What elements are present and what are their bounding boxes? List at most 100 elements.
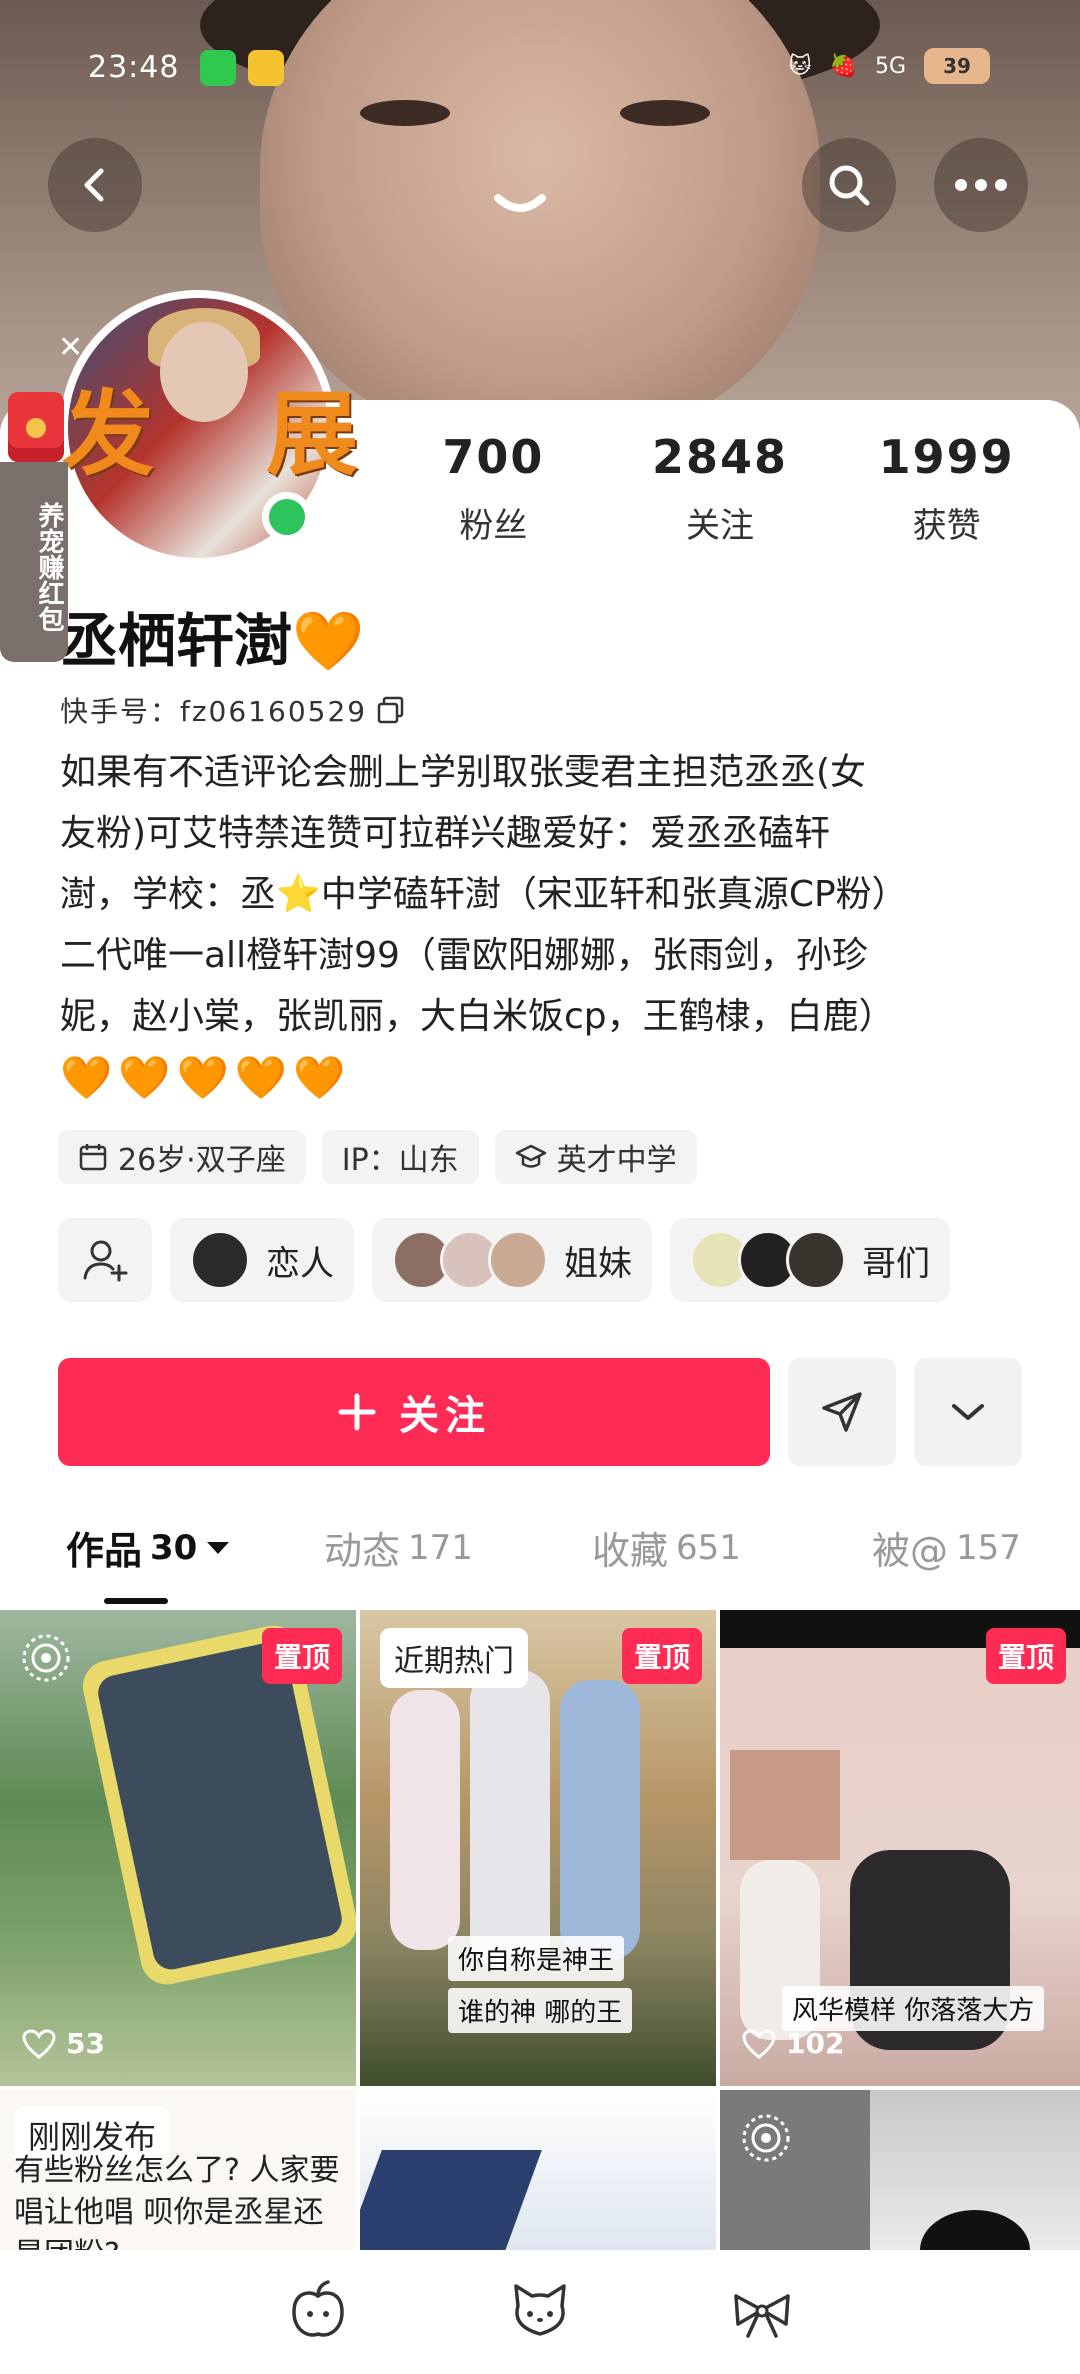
- red-packet-promo[interactable]: ✕ 养宠赚红包: [0, 330, 83, 670]
- more-dots-icon: [955, 179, 1007, 191]
- add-friend-button[interactable]: [58, 1218, 152, 1302]
- cat-icon: 🐱: [788, 53, 812, 79]
- battery-icon: 39: [924, 48, 990, 84]
- stat-label: 获赞: [912, 506, 981, 546]
- follow-label: 关注: [399, 1394, 491, 1438]
- chevron-down-icon: [952, 1404, 984, 1420]
- relation-label: 姐妹: [564, 1243, 632, 1284]
- promo-label: 养宠赚红包: [0, 462, 68, 662]
- chip-text: IP：山东: [341, 1143, 459, 1178]
- red-packet-icon: [8, 392, 64, 462]
- heart-icon: [22, 2028, 56, 2059]
- pinned-badge: 置顶: [985, 1628, 1066, 1684]
- close-icon[interactable]: ✕: [58, 330, 83, 365]
- stat-following[interactable]: 2848 关注: [607, 430, 834, 560]
- apple-icon[interactable]: [282, 2276, 354, 2348]
- relation-sisters[interactable]: 姐妹: [372, 1218, 652, 1302]
- relation-bros[interactable]: 哥们: [670, 1218, 950, 1302]
- video-thumbnail[interactable]: 置顶 风华模样 你落落大方 102: [720, 1610, 1080, 2086]
- age-zodiac-chip: 26岁·双子座: [58, 1130, 306, 1184]
- back-button[interactable]: [48, 138, 142, 232]
- video-thumbnail[interactable]: [720, 2090, 1080, 2250]
- live-ring-icon: [22, 1634, 70, 1682]
- calendar-icon: [79, 1144, 107, 1171]
- stat-likes[interactable]: 1999 获赞: [833, 430, 1060, 560]
- pinned-badge: 置顶: [261, 1628, 342, 1684]
- bow-icon[interactable]: [726, 2276, 798, 2348]
- bio-line: 澍，学校：丞⭐中学磕轩澍（宋亚轩和张真源CP粉）: [60, 874, 908, 915]
- video-thumbnail[interactable]: 近期热门 置顶 你自称是神王 谁的神 哪的王: [360, 1610, 716, 2086]
- video-caption: 你自称是神王: [448, 1936, 625, 1981]
- tab-moments[interactable]: 动态 171: [324, 1520, 473, 1575]
- search-icon: [829, 165, 870, 206]
- tab-works[interactable]: 作品 30: [66, 1520, 231, 1575]
- stat-label: 关注: [686, 506, 754, 546]
- action-row: 关注: [58, 1358, 1022, 1466]
- video-thumbnail[interactable]: [360, 2090, 716, 2250]
- weibo-app-icon: [248, 50, 284, 86]
- school-chip[interactable]: 英才中学: [494, 1130, 697, 1184]
- bio-line: 友粉)可艾特禁连赞可拉群兴趣爱好：爱丞丞磕轩: [60, 813, 831, 854]
- hot-badge: 近期热门: [380, 1628, 528, 1688]
- live-ring-icon: [742, 2114, 790, 2162]
- video-thumbnail[interactable]: 刚刚发布 有些粉丝怎么了? 人家要唱让他唱 呗你是丞星还是团粉?: [0, 2090, 356, 2250]
- heart-icon: [742, 2028, 776, 2059]
- stat-fans[interactable]: 700 粉丝: [380, 430, 607, 560]
- like-count: 102: [742, 2027, 844, 2060]
- like-count: 53: [22, 2027, 105, 2060]
- profile-tags: 26岁·双子座 IP：山东 英才中学: [58, 1130, 697, 1184]
- signal-icon: 5G: [874, 53, 906, 79]
- post-text: 有些粉丝怎么了? 人家要唱让他唱 呗你是丞星还是团粉?: [14, 2153, 340, 2250]
- video-caption: 谁的神 哪的王: [448, 1988, 633, 2033]
- video-thumbnail[interactable]: 置顶 53: [0, 1610, 356, 2086]
- tab-count: 171: [408, 1527, 473, 1568]
- stat-label: 粉丝: [459, 506, 528, 546]
- more-button[interactable]: [934, 138, 1028, 232]
- status-bar: 23:48 🐱 🍓 5G 39: [0, 40, 1080, 100]
- video-caption: 风华模样 你落落大方: [782, 1986, 1045, 2031]
- active-tab-indicator: [104, 1598, 168, 1604]
- tab-mentions[interactable]: 被@ 157: [872, 1520, 1021, 1575]
- search-button[interactable]: [802, 138, 896, 232]
- name-row: 丞栖轩澍🧡: [60, 596, 364, 676]
- copy-icon[interactable]: [377, 696, 405, 724]
- chip-text: 26岁·双子座: [118, 1143, 286, 1178]
- stat-value: 2848: [651, 430, 789, 484]
- bio-line: 妮，赵小棠，张凯丽，大白米饭cp，王鹤棣，白鹿）: [60, 996, 895, 1037]
- follow-button[interactable]: 关注: [58, 1358, 770, 1466]
- profile-bio: 如果有不适评论会删上学别取张雯君主担范丞丞(女 友粉)可艾特禁连赞可拉群兴趣爱好…: [60, 742, 1020, 1108]
- caret-down-icon: [207, 1541, 230, 1554]
- send-message-button[interactable]: [788, 1358, 896, 1466]
- relation-lover[interactable]: 恋人: [170, 1218, 354, 1302]
- strawberry-icon: 🍓: [829, 53, 857, 79]
- bio-line: 如果有不适评论会删上学别取张雯君主担范丞丞(女: [60, 752, 867, 793]
- avatar: [190, 1230, 250, 1290]
- tab-label: 收藏: [592, 1529, 669, 1573]
- stat-value: 1999: [878, 430, 1015, 484]
- relation-label: 哥们: [862, 1243, 930, 1284]
- school-icon: [515, 1144, 546, 1168]
- stat-value: 700: [442, 430, 545, 484]
- online-status-dot: [262, 492, 312, 542]
- chevron-left-icon: [84, 168, 104, 202]
- status-time: 23:48: [88, 50, 180, 85]
- tab-favorites[interactable]: 收藏 651: [592, 1520, 741, 1575]
- avatar: [786, 1230, 846, 1290]
- video-grid: 置顶 53 近期热门 置顶 你自称是神王 谁的神 哪的王 置顶 风华模样 你落落…: [0, 1610, 1080, 2250]
- bio-hearts: 🧡🧡🧡🧡🧡: [60, 1053, 352, 1102]
- plus-icon: [338, 1393, 376, 1431]
- tab-label: 被@: [872, 1529, 949, 1573]
- kitty-icon[interactable]: [504, 2276, 576, 2348]
- profile-stats: 700 粉丝 2848 关注 1999 获赞: [380, 430, 1060, 560]
- pinned-badge: 置顶: [621, 1628, 702, 1684]
- expand-recommendations-button[interactable]: [914, 1358, 1022, 1466]
- tab-count: 651: [676, 1527, 741, 1568]
- avatar-overlay-text: 发 展: [62, 380, 399, 488]
- tab-label: 作品: [66, 1529, 143, 1573]
- avatar: [488, 1230, 548, 1290]
- profile-page: 23:48 🐱 🍓 5G 39 ✕ 养宠赚红包 发 展 700 粉丝 2848 …: [0, 0, 1080, 2374]
- bottom-navigation: [0, 2250, 1080, 2374]
- profile-name: 丞栖轩澍🧡: [60, 607, 365, 675]
- ip-location-chip: IP：山东: [321, 1130, 479, 1184]
- pull-down-handle-icon[interactable]: [494, 190, 546, 220]
